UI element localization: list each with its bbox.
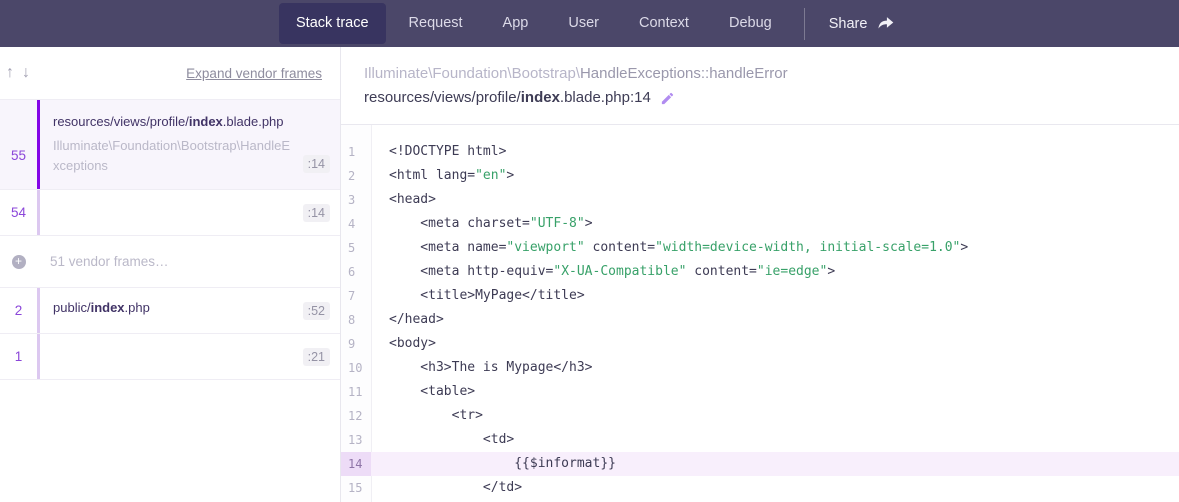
code-line: 4 <meta charset="UTF-8">: [341, 212, 1179, 236]
frame-line-badge: :21: [303, 348, 330, 366]
frame-number: 54: [0, 205, 37, 220]
line-number: 3: [341, 188, 371, 212]
nav-tab[interactable]: Context: [622, 3, 706, 44]
stack-frame[interactable]: 55 resources/views/profile/index.blade.p…: [0, 100, 340, 190]
line-number: 10: [341, 356, 371, 380]
edit-file-icon[interactable]: [660, 91, 675, 106]
code-line: 9 <body>: [341, 332, 1179, 356]
code-line: 13 <td>: [341, 428, 1179, 452]
code-line: 12 <tr>: [341, 404, 1179, 428]
frame-line-badge: :52: [303, 302, 330, 320]
stack-frame[interactable]: 54 :14: [0, 190, 340, 236]
code-line: 15 </td>: [341, 476, 1179, 500]
stack-frame[interactable]: 2 public/index.php :52: [0, 288, 340, 334]
nav-tab-label: App: [503, 15, 529, 31]
nav-tabs: Stack trace Request App User Context Deb…: [276, 3, 792, 44]
sidebar-header: ↑ ↓ Expand vendor frames: [0, 47, 340, 100]
code-viewer: 1 <!DOCTYPE html> 2 <html lang="en"> 3 <…: [341, 125, 1179, 502]
code-text: <h3>The is Mypage</h3>: [371, 356, 593, 380]
nav-tab-label: Debug: [729, 15, 772, 31]
nav-tab-label: User: [568, 15, 599, 31]
line-number: 15: [341, 476, 371, 500]
line-number: 12: [341, 404, 371, 428]
code-line: 5 <meta name="viewport" content="width=d…: [341, 236, 1179, 260]
code-text: <meta name="viewport" content="width=dev…: [371, 236, 968, 260]
code-text: <body>: [371, 332, 436, 356]
code-text: <title>MyPage</title>: [371, 284, 585, 308]
line-number: 9: [341, 332, 371, 356]
stack-frame[interactable]: 1 :21: [0, 334, 340, 380]
frame-number: 1: [0, 349, 37, 364]
frame-number: 55: [0, 148, 37, 163]
code-line: 11 <table>: [341, 380, 1179, 404]
code-line: 7 <title>MyPage</title>: [341, 284, 1179, 308]
code-text: <table>: [371, 380, 475, 404]
line-number: 1: [341, 140, 371, 164]
code-line: 14 {{$informat}}: [341, 452, 1179, 476]
share-label: Share: [829, 16, 868, 32]
line-number: 14: [341, 452, 371, 476]
code-text: </td>: [371, 476, 522, 500]
line-number: 2: [341, 164, 371, 188]
frame-number: 2: [0, 303, 37, 318]
frame-method: Illuminate\Foundation\Bootstrap\HandleEx…: [364, 63, 1179, 84]
code-line: 8 </head>: [341, 308, 1179, 332]
nav-tab-label: Stack trace: [296, 15, 369, 31]
frame-header: Illuminate\Foundation\Bootstrap\HandleEx…: [341, 47, 1179, 125]
vendor-frames-toggle[interactable]: + 51 vendor frames…: [0, 236, 340, 288]
nav-tab[interactable]: Stack trace: [279, 3, 386, 44]
nav-tab[interactable]: Debug: [712, 3, 789, 44]
line-number: 7: [341, 284, 371, 308]
code-line: 2 <html lang="en">: [341, 164, 1179, 188]
frame-file: resources/views/profile/index.blade.php:…: [364, 87, 651, 109]
method-namespace: Illuminate\Foundation\Bootstrap\: [364, 65, 580, 82]
share-button[interactable]: Share: [811, 3, 913, 44]
vendor-frames-label: 51 vendor frames…: [37, 254, 169, 269]
nav-tab[interactable]: App: [486, 3, 546, 44]
frame-accent-bar: [37, 334, 40, 379]
code-line: 6 <meta http-equiv="X-UA-Compatible" con…: [341, 260, 1179, 284]
previous-frame-icon[interactable]: ↑: [2, 64, 18, 82]
code-text: <html lang="en">: [371, 164, 514, 188]
next-frame-icon[interactable]: ↓: [18, 64, 34, 82]
nav-tab[interactable]: User: [551, 3, 616, 44]
frame-file-path: public/index.php: [53, 300, 295, 315]
frame-line-badge: :14: [303, 204, 330, 222]
code-text: <head>: [371, 188, 436, 212]
share-arrow-icon: [877, 16, 894, 31]
line-number: 5: [341, 236, 371, 260]
nav-divider: [804, 8, 805, 40]
code-text: <meta http-equiv="X-UA-Compatible" conte…: [371, 260, 835, 284]
expand-vendor-frames-link[interactable]: Expand vendor frames: [186, 66, 322, 81]
line-number: 4: [341, 212, 371, 236]
code-line: 10 <h3>The is Mypage</h3>: [341, 356, 1179, 380]
code-text: <meta charset="UTF-8">: [371, 212, 593, 236]
nav-tab[interactable]: Request: [392, 3, 480, 44]
frames-list: 55 resources/views/profile/index.blade.p…: [0, 100, 340, 380]
frame-accent-bar: [37, 190, 40, 235]
method-name: HandleExceptions::handleError: [580, 65, 788, 82]
frame-body: resources/views/profile/index.blade.php …: [40, 114, 303, 175]
code-text: {{$informat}}: [371, 452, 616, 476]
code-text: <!DOCTYPE html>: [371, 140, 506, 164]
frame-class-name: Illuminate\Foundation\Bootstrap\HandleEx…: [53, 136, 295, 175]
nav-tab-label: Request: [409, 15, 463, 31]
code-line: 3 <head>: [341, 188, 1179, 212]
line-number: 13: [341, 428, 371, 452]
line-number: 8: [341, 308, 371, 332]
plus-circle-icon[interactable]: +: [12, 255, 26, 269]
frame-line-badge: :14: [303, 155, 330, 173]
code-text: </head>: [371, 308, 444, 332]
code-text: <td>: [371, 428, 514, 452]
code-text: <tr>: [371, 404, 483, 428]
code-line: 1 <!DOCTYPE html>: [341, 140, 1179, 164]
stack-frames-sidebar: ↑ ↓ Expand vendor frames 55 resources/vi…: [0, 47, 341, 502]
top-nav: Stack trace Request App User Context Deb…: [0, 0, 1179, 47]
line-number: 6: [341, 260, 371, 284]
line-number: 11: [341, 380, 371, 404]
frame-body: public/index.php: [40, 300, 303, 322]
code-pane: Illuminate\Foundation\Bootstrap\HandleEx…: [341, 47, 1179, 502]
nav-tab-label: Context: [639, 15, 689, 31]
frame-file-path: resources/views/profile/index.blade.php: [53, 114, 295, 129]
